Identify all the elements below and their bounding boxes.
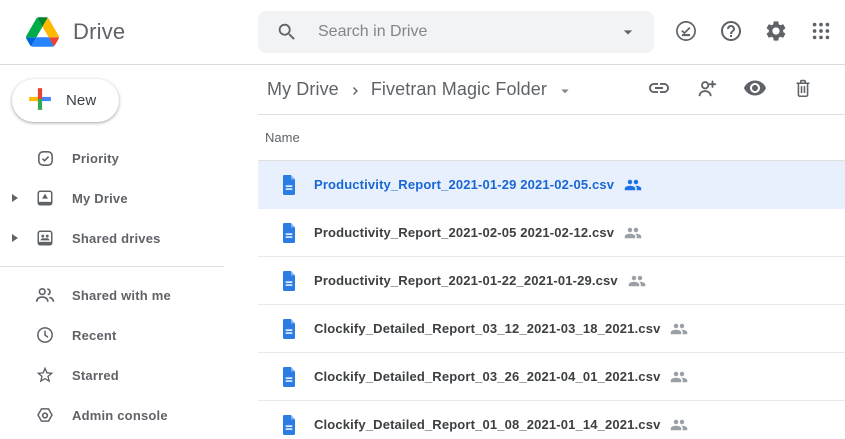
search-bar[interactable] [258,11,654,53]
help-button[interactable] [711,12,751,52]
breadcrumb-my-drive[interactable]: My Drive [267,79,339,100]
file-name: Productivity_Report_2021-01-29 2021-02-0… [314,177,614,192]
preview-button[interactable] [735,70,775,110]
multicolor-plus-icon [25,84,55,118]
file-row[interactable]: Clockify_Detailed_Report_01_08_2021-01_1… [258,401,845,439]
sidebar-nav: Priority My Drive [0,138,258,435]
new-button-label: New [66,92,96,109]
csv-file-icon [281,415,297,435]
main-panel: My Drive Fivetran Magic Folder [258,65,845,439]
file-name: Productivity_Report_2021-01-22_2021-01-2… [314,273,618,288]
shared-people-icon [624,176,642,194]
drive-logo-icon [26,17,59,47]
file-name: Clockify_Detailed_Report_01_08_2021-01_1… [314,417,660,432]
column-header-name[interactable]: Name [258,115,845,161]
sidebar-item-my-drive[interactable]: My Drive [0,178,258,218]
preview-eye-icon [743,76,767,103]
file-row[interactable]: Clockify_Detailed_Report_03_12_2021-03_1… [258,305,845,353]
file-row[interactable]: Productivity_Report_2021-02-05 2021-02-1… [258,209,845,257]
search-options-caret-icon[interactable] [618,22,638,42]
csv-file-icon [281,175,297,195]
shared-people-icon [628,272,646,290]
app-title: Drive [73,19,125,45]
star-icon [33,365,57,385]
csv-file-icon [281,271,297,291]
google-drive-app: Drive [0,0,845,439]
add-person-share-icon [696,77,719,103]
share-button[interactable] [687,70,727,110]
sidebar-item-priority[interactable]: Priority [0,138,258,178]
settings-button[interactable] [756,12,796,52]
help-icon [719,19,743,46]
shared-people-icon [670,368,688,386]
sidebar-item-shared-with-me[interactable]: Shared with me [0,275,258,315]
admin-console-icon [33,405,57,425]
shared-people-icon [670,416,688,434]
delete-button[interactable] [783,70,823,110]
app-body: New Priority [0,65,845,439]
sidebar-item-admin-console[interactable]: Admin console [0,395,258,435]
new-button[interactable]: New [12,79,119,122]
delete-trash-icon [792,77,814,102]
shared-people-icon [624,224,642,242]
my-drive-icon [33,188,57,208]
get-link-icon [647,76,671,103]
search-icon[interactable] [276,21,298,43]
breadcrumb: My Drive Fivetran Magic Folder [258,65,845,115]
file-list: Productivity_Report_2021-01-29 2021-02-0… [258,161,845,439]
file-row[interactable]: Productivity_Report_2021-01-22_2021-01-2… [258,257,845,305]
expand-arrow-icon[interactable] [8,234,22,242]
csv-file-icon [281,319,297,339]
breadcrumb-current-folder[interactable]: Fivetran Magic Folder [371,79,547,100]
file-row[interactable]: Clockify_Detailed_Report_03_26_2021-04_0… [258,353,845,401]
search-input[interactable] [318,23,618,41]
app-header: Drive [0,0,845,65]
header-action-icons [666,12,841,52]
shared-with-me-icon [33,284,57,306]
shared-drives-icon [33,228,57,248]
priority-check-icon [33,149,57,168]
apps-grid-icon [810,20,832,45]
folder-menu-caret-icon[interactable] [556,82,574,100]
offline-status-button[interactable] [666,12,706,52]
file-name: Clockify_Detailed_Report_03_12_2021-03_1… [314,321,660,336]
google-apps-button[interactable] [801,12,841,52]
get-link-button[interactable] [639,70,679,110]
file-name: Productivity_Report_2021-02-05 2021-02-1… [314,225,614,240]
recent-clock-icon [33,325,57,345]
sidebar-item-shared-drives[interactable]: Shared drives [0,218,258,258]
offline-check-icon [674,19,698,46]
drive-logo[interactable]: Drive [0,17,258,47]
file-row[interactable]: Productivity_Report_2021-01-29 2021-02-0… [258,161,845,209]
sidebar-divider [0,266,224,267]
sidebar-item-starred[interactable]: Starred [0,355,258,395]
folder-toolbar [639,70,823,110]
expand-arrow-icon[interactable] [8,194,22,202]
sidebar: New Priority [0,65,258,439]
sidebar-item-recent[interactable]: Recent [0,315,258,355]
csv-file-icon [281,367,297,387]
csv-file-icon [281,223,297,243]
chevron-right-icon [347,82,365,100]
file-name: Clockify_Detailed_Report_03_26_2021-04_0… [314,369,660,384]
shared-people-icon [670,320,688,338]
settings-gear-icon [764,19,788,46]
